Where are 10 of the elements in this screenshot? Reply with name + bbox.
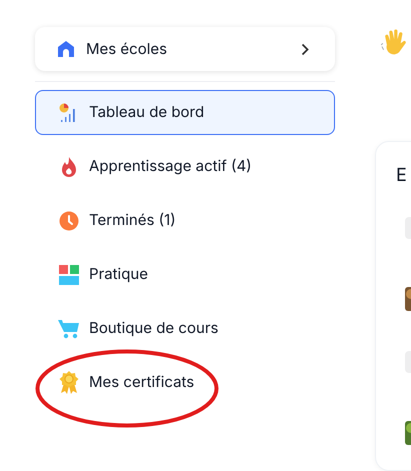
home-icon	[57, 40, 75, 58]
schools-button[interactable]: Mes écoles	[35, 27, 335, 71]
award-icon	[59, 370, 79, 394]
flame-icon	[59, 156, 79, 178]
clock-icon	[59, 210, 79, 230]
cart-icon	[58, 318, 80, 338]
tiles-icon	[59, 264, 79, 284]
nav-item[interactable]: Tableau de bord	[35, 90, 335, 135]
card-title: E	[396, 164, 408, 188]
chevron-right-icon	[301, 42, 309, 56]
